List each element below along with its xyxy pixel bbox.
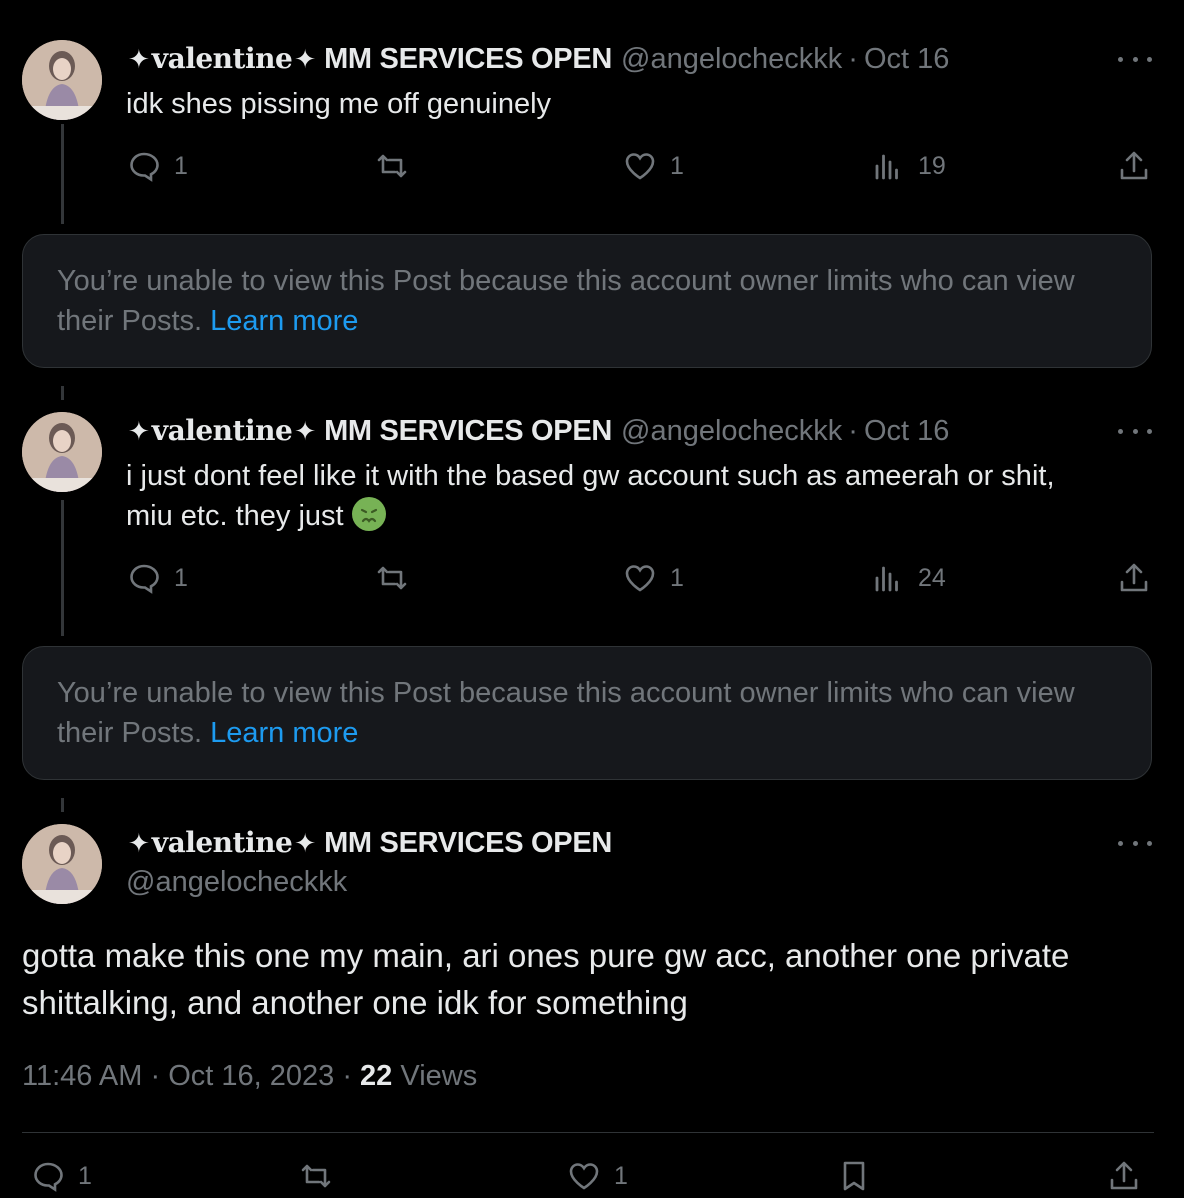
sparkle-icon: ✦ [294, 828, 317, 858]
avatar[interactable] [22, 40, 102, 120]
sparkle-icon: ✦ [128, 828, 150, 858]
sparkle-icon: ✦ [128, 44, 150, 74]
post-text-line: i just dont feel like it with the based … [126, 460, 1055, 492]
like-button[interactable]: 1 [622, 560, 684, 596]
views-button[interactable]: 19 [870, 148, 946, 184]
views-icon [875, 154, 898, 180]
nauseated-face-icon [351, 497, 386, 531]
reply-icon [130, 152, 159, 182]
reply-count: 1 [174, 151, 188, 180]
avatar-image [22, 412, 102, 492]
repost-icon [377, 566, 407, 590]
more-options-icon[interactable] [1118, 423, 1152, 439]
action-bar: 1 1 24 [126, 560, 1156, 600]
reply-button[interactable]: 1 [126, 560, 188, 596]
reply-count: 1 [174, 563, 188, 592]
thread-line [61, 124, 64, 224]
post-meta: 11:46 AM · Oct 16, 2023 · 22 Views [22, 1060, 477, 1093]
post-text: i just dont feel like it with the based … [126, 456, 1136, 536]
like-button[interactable]: 1 [566, 1158, 628, 1194]
more-options-icon[interactable] [1118, 51, 1152, 67]
post-header: ✦ valentine ✦ MM SERVICES OPEN [126, 826, 612, 860]
action-bar: 1 1 19 [126, 148, 1156, 188]
separator: · [848, 43, 858, 75]
avatar-image [22, 824, 102, 904]
handle[interactable]: @angelocheckkk [126, 866, 347, 899]
heart-icon [569, 1163, 599, 1190]
bookmark-icon [843, 1161, 865, 1191]
views-count: 22 [360, 1060, 393, 1092]
avatar[interactable] [22, 412, 102, 492]
share-button[interactable] [1116, 148, 1152, 184]
reply-button[interactable]: 1 [126, 148, 188, 184]
separator: · [848, 415, 858, 447]
display-name[interactable]: valentine [152, 826, 293, 859]
post-date[interactable]: Oct 16 [864, 43, 949, 76]
views-count: 19 [918, 151, 946, 180]
post-full-date[interactable]: Oct 16, 2023 [168, 1060, 334, 1092]
more-options-icon[interactable] [1118, 835, 1152, 851]
post-time[interactable]: 11:46 AM [22, 1060, 142, 1092]
share-button[interactable] [1116, 560, 1152, 596]
sparkle-icon: ✦ [294, 44, 317, 74]
thread-line [61, 386, 64, 400]
post-date[interactable]: Oct 16 [864, 415, 949, 448]
avatar[interactable] [22, 824, 102, 904]
avatar-image [22, 40, 102, 120]
share-button[interactable] [1106, 1158, 1142, 1194]
views-icon [875, 566, 898, 592]
sparkle-icon: ✦ [294, 416, 317, 446]
heart-icon [625, 153, 655, 180]
reply-button[interactable]: 1 [30, 1158, 92, 1194]
post-text-line: miu etc. they just [126, 500, 344, 532]
share-icon [1120, 151, 1148, 180]
repost-icon [377, 154, 407, 178]
reply-icon [34, 1162, 63, 1192]
like-count: 1 [670, 151, 684, 180]
views-label: Views [400, 1060, 478, 1092]
share-icon [1110, 1161, 1138, 1190]
sparkle-icon: ✦ [128, 416, 150, 446]
display-name-suffix[interactable]: MM SERVICES OPEN [324, 415, 612, 448]
bookmark-button[interactable] [836, 1158, 872, 1194]
repost-button[interactable] [298, 1158, 334, 1194]
reply-count: 1 [78, 1161, 92, 1190]
repost-icon [301, 1164, 331, 1188]
like-button[interactable]: 1 [622, 148, 684, 184]
divider [22, 1132, 1154, 1133]
views-button[interactable]: 24 [870, 560, 946, 596]
repost-button[interactable] [374, 560, 410, 596]
learn-more-link[interactable]: Learn more [210, 717, 358, 749]
repost-button[interactable] [374, 148, 410, 184]
display-name-suffix[interactable]: MM SERVICES OPEN [324, 827, 612, 860]
restricted-post-notice: You’re unable to view this Post because … [22, 646, 1152, 780]
post-header: ✦ valentine ✦ MM SERVICES OPEN @angeloch… [126, 42, 949, 76]
learn-more-link[interactable]: Learn more [210, 305, 358, 337]
handle[interactable]: @angelocheckkk [621, 415, 842, 448]
share-icon [1120, 563, 1148, 592]
separator: · [342, 1060, 352, 1092]
like-count: 1 [614, 1161, 628, 1190]
handle[interactable]: @angelocheckkk [621, 43, 842, 76]
like-count: 1 [670, 563, 684, 592]
display-name[interactable]: valentine [152, 414, 293, 447]
separator: · [150, 1060, 161, 1092]
reply-icon [130, 564, 159, 594]
main-post-text: gotta make this one my main, ari ones pu… [22, 937, 1070, 1021]
restricted-post-notice: You’re unable to view this Post because … [22, 234, 1152, 368]
heart-icon [625, 565, 655, 592]
views-count: 24 [918, 563, 946, 592]
action-bar: 1 1 [30, 1158, 1160, 1198]
thread-line [61, 798, 64, 812]
post-header: ✦ valentine ✦ MM SERVICES OPEN @angeloch… [126, 414, 949, 448]
thread-line [61, 500, 64, 636]
post-text: idk shes pissing me off genuinely [126, 88, 552, 120]
display-name-suffix[interactable]: MM SERVICES OPEN [324, 43, 612, 76]
display-name[interactable]: valentine [152, 42, 293, 75]
